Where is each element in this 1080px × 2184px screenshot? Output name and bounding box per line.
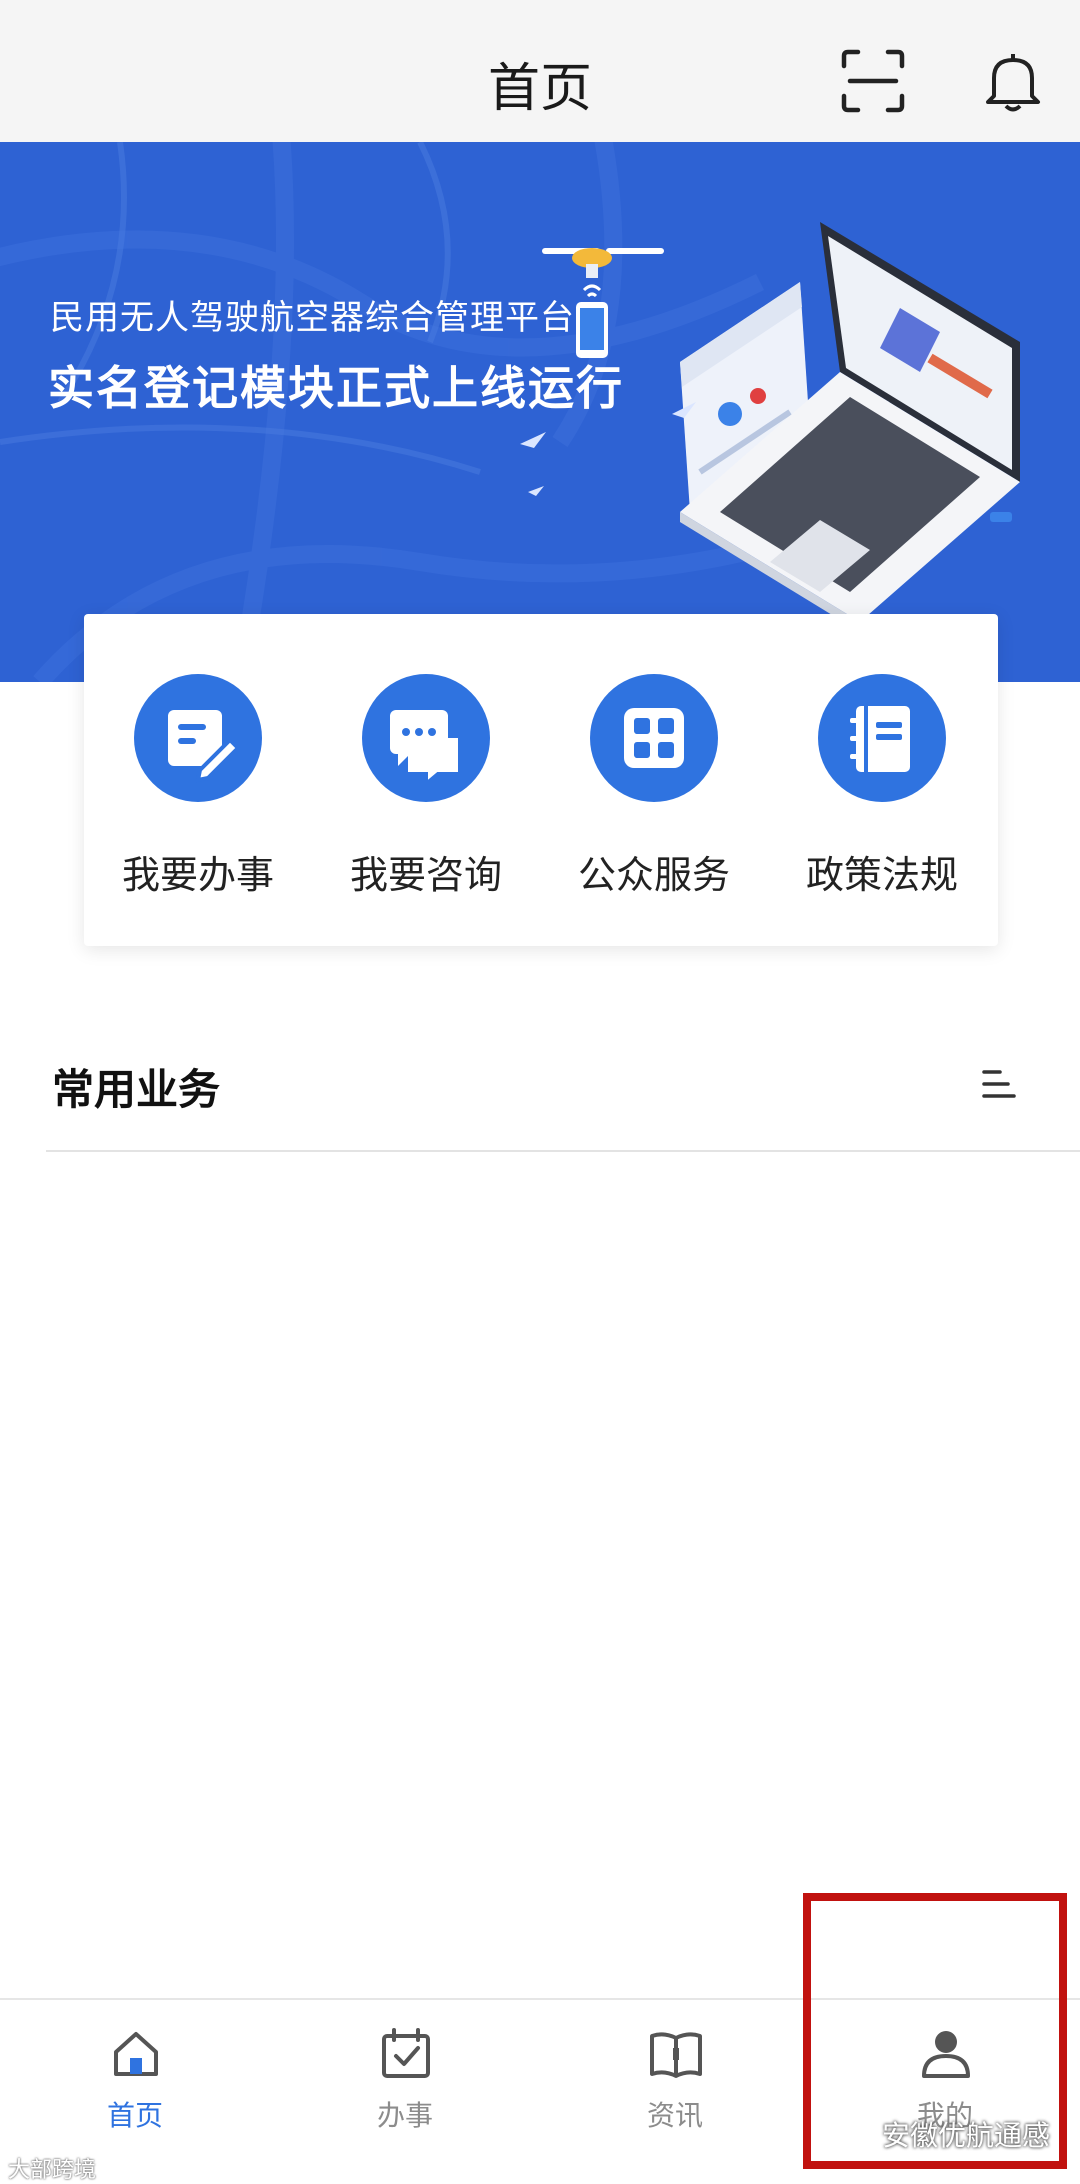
tab-label: 资讯 — [646, 2099, 703, 2132]
laptop-drone-illustration — [520, 222, 1020, 632]
grid-apps-icon — [590, 674, 718, 802]
quick-item-policies-regulations[interactable]: 政策法规 — [768, 674, 996, 914]
notebook-icon — [818, 674, 946, 802]
quick-item-label: 政策法规 — [805, 853, 958, 897]
notification-button[interactable] — [978, 46, 1048, 116]
tab-label: 办事 — [376, 2099, 433, 2132]
book-open-icon — [650, 2032, 702, 2078]
watermark-left: 大部跨境 — [8, 2158, 97, 2183]
top-navigation-bar: 首页 — [0, 0, 1080, 142]
quick-item-public-services[interactable]: 公众服务 — [540, 674, 768, 914]
list-menu-button[interactable] — [976, 1062, 1022, 1108]
quick-item-label: 公众服务 — [577, 853, 730, 897]
quick-item-handle-affairs[interactable]: 我要办事 — [84, 674, 312, 914]
calendar-check-icon — [382, 2028, 430, 2078]
tab-news[interactable]: 资讯 — [540, 2026, 810, 2166]
tab-home[interactable]: 首页 — [0, 2026, 270, 2166]
watermark-right: 安徽优航通感 — [882, 2119, 1051, 2152]
banner-subtitle: 民用无人驾驶航空器综合管理平台 — [50, 298, 575, 338]
wechat-logo-icon — [829, 2118, 875, 2150]
tab-affairs[interactable]: 办事 — [270, 2026, 540, 2166]
quick-item-label: 我要咨询 — [349, 853, 502, 897]
form-edit-icon — [134, 674, 262, 802]
page-title: 首页 — [487, 59, 592, 119]
quick-services-card: 我要办事 我要咨询 公众服务 政策法规 — [84, 614, 998, 946]
quick-item-label: 我要办事 — [121, 853, 274, 897]
section-title-common-business: 常用业务 — [52, 1065, 221, 1114]
tab-label: 首页 — [106, 2099, 163, 2132]
list-icon — [982, 1070, 1016, 1098]
home-icon — [114, 2032, 158, 2076]
bell-icon — [986, 54, 1040, 112]
chat-bubble-icon — [362, 674, 490, 802]
quick-item-consult[interactable]: 我要咨询 — [312, 674, 540, 914]
scan-button[interactable] — [838, 46, 908, 116]
promo-banner[interactable]: 民用无人驾驶航空器综合管理平台 实名登记模块正式上线运行 — [0, 142, 1080, 682]
scan-icon — [841, 49, 905, 113]
section-divider — [46, 1150, 1080, 1152]
